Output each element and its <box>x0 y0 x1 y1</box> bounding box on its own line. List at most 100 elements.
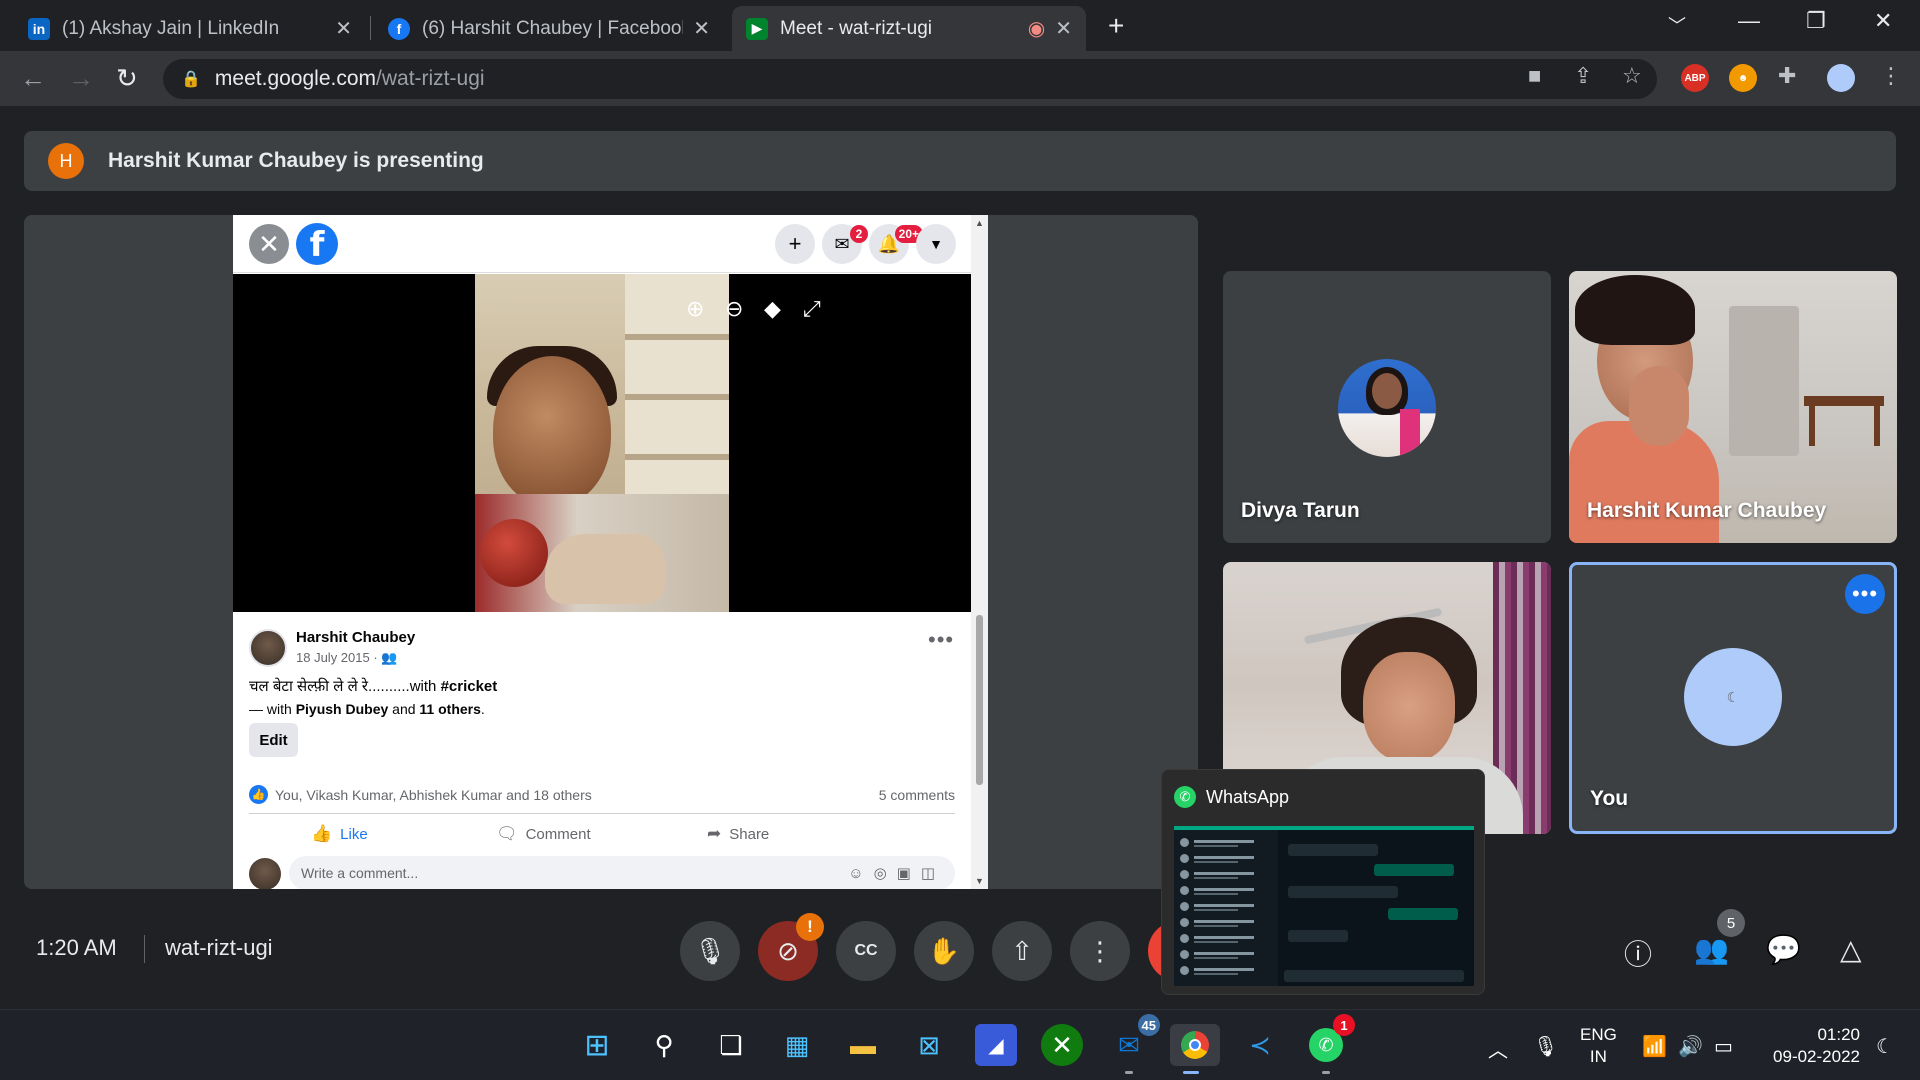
tagged-others-link[interactable]: 11 others <box>419 701 480 717</box>
present-now-button[interactable]: ⇧ <box>992 921 1052 981</box>
close-window-icon[interactable]: ✕ <box>1874 8 1892 34</box>
minimize-icon[interactable]: — <box>1738 8 1760 34</box>
wifi-icon[interactable]: 📶 <box>1642 1034 1667 1059</box>
tab-title: Meet - wat-rizt-ugi <box>780 17 933 39</box>
tab-google-meet[interactable]: ▶ Meet - wat-rizt-ugi ◉ ✕ <box>732 6 1086 51</box>
windows-start-icon[interactable]: ⊞ <box>576 1024 618 1066</box>
widgets-icon[interactable]: ▦ <box>776 1024 818 1066</box>
post-author[interactable]: Harshit Chaubey <box>296 629 415 646</box>
thumb-message <box>1288 930 1348 942</box>
comment-button[interactable]: 🗨 Comment <box>496 824 591 844</box>
new-tab-icon[interactable]: + <box>1108 10 1124 42</box>
scrollbar[interactable]: ▲ ▼ <box>971 215 988 889</box>
close-tab-icon[interactable]: ✕ <box>693 16 710 41</box>
battery-icon[interactable]: ▭ <box>1714 1034 1733 1059</box>
share-icon[interactable]: ⇪ <box>1574 63 1592 89</box>
forward-icon[interactable]: → <box>68 63 94 94</box>
zoom-out-icon[interactable]: ⊖ <box>725 296 743 322</box>
like-reaction-icon[interactable]: 👍 <box>249 785 268 804</box>
whatsapp-taskbar-preview[interactable]: ✆ WhatsApp <box>1161 769 1485 995</box>
close-tab-icon[interactable]: ✕ <box>335 16 352 41</box>
edit-button[interactable]: Edit <box>249 723 298 757</box>
adblock-plus-icon[interactable]: ABP <box>1681 64 1709 92</box>
lock-icon[interactable]: 🔒 <box>181 69 201 89</box>
thumb-chat-row <box>1180 838 1272 848</box>
author-avatar[interactable] <box>249 629 287 667</box>
microphone-button[interactable]: 🎙 <box>680 921 740 981</box>
star-icon[interactable]: ☆ <box>1622 63 1642 89</box>
language-indicator[interactable]: ENG IN <box>1580 1024 1617 1068</box>
microsoft-store-icon[interactable]: ⊠ <box>908 1024 950 1066</box>
participant-tile[interactable]: Harshit Kumar Chaubey <box>1569 271 1897 543</box>
microphone-in-use-icon[interactable]: 🎙 <box>1533 1034 1558 1059</box>
vscode-icon[interactable]: ≺ <box>1239 1024 1281 1066</box>
camera-icon[interactable]: ■ <box>1528 63 1541 89</box>
comments-count[interactable]: 5 comments <box>879 787 955 803</box>
create-plus-icon[interactable]: + <box>775 224 815 264</box>
account-dropdown-icon[interactable]: ▼ <box>916 224 956 264</box>
camera-off-button[interactable]: ⊘ ! <box>758 913 824 981</box>
tab-search-chevron-icon[interactable]: ﹀ <box>1668 12 1686 38</box>
system-clock[interactable]: 01:20 09-02-2022 <box>1756 1024 1860 1068</box>
people-icon[interactable]: 👥 <box>1694 933 1729 966</box>
like-button[interactable]: 👍 Like <box>311 824 368 844</box>
close-icon[interactable]: ✕ <box>249 224 289 264</box>
more-options-button[interactable]: ⋮ <box>1070 921 1130 981</box>
captions-button[interactable]: CC <box>836 921 896 981</box>
comment-attach-icons[interactable]: ☺◎▣◫ <box>848 864 945 882</box>
participant-name: Harshit Kumar Chaubey <box>1587 499 1827 522</box>
close-tab-icon[interactable]: ✕ <box>1055 16 1072 41</box>
participants-count-badge: 5 <box>1717 909 1745 937</box>
zoom-in-icon[interactable]: ⊕ <box>686 296 704 322</box>
back-icon[interactable]: ← <box>20 63 46 94</box>
self-tile[interactable]: ☾ ••• You <box>1569 562 1897 834</box>
profile-avatar[interactable] <box>1827 64 1855 92</box>
show-hidden-icons-chevron-icon[interactable]: ︿ <box>1488 1034 1508 1063</box>
share-button[interactable]: ➦ Share <box>707 824 769 844</box>
post-options-icon[interactable]: ••• <box>928 627 954 653</box>
thumb-message <box>1288 844 1378 856</box>
chat-icon[interactable]: 💬 <box>1766 933 1801 966</box>
scrollbar-thumb[interactable] <box>976 615 983 785</box>
kebab-menu-icon[interactable]: ⋮ <box>1880 63 1902 89</box>
reactions-summary[interactable]: You, Vikash Kumar, Abhishek Kumar and 18… <box>275 787 592 803</box>
chrome-icon[interactable] <box>1170 1024 1220 1074</box>
tab-facebook[interactable]: f (6) Harshit Chaubey | Facebook ✕ <box>374 6 724 51</box>
raise-hand-button[interactable]: ✋ <box>914 921 974 981</box>
commenter-avatar <box>249 858 281 889</box>
search-icon[interactable]: ⚲ <box>643 1024 685 1066</box>
presenting-text: Harshit Kumar Chaubey is presenting <box>108 149 484 172</box>
tag-icon[interactable]: ◆ <box>764 296 781 322</box>
scroll-up-icon[interactable]: ▲ <box>975 218 984 228</box>
file-explorer-icon[interactable]: ▬ <box>842 1024 884 1066</box>
puzzle-extensions-icon[interactable]: ✚ <box>1778 63 1796 89</box>
restore-icon[interactable]: ❐ <box>1806 8 1826 34</box>
tagged-person-link[interactable]: Piyush Dubey <box>296 701 389 717</box>
address-bar[interactable]: 🔒 meet.google.com/wat-rizt-ugi <box>163 59 1657 99</box>
volume-icon[interactable]: 🔊 <box>1678 1034 1703 1059</box>
notifications-bell-icon[interactable]: 🔔 20+ <box>869 224 923 264</box>
facebook-logo-icon[interactable]: f <box>296 223 338 265</box>
fullscreen-icon[interactable]: ⤢ <box>803 296 821 322</box>
comment-input[interactable]: Write a comment... ☺◎▣◫ <box>289 856 955 889</box>
participant-tile[interactable]: Divya Tarun <box>1223 271 1551 543</box>
more-options-icon[interactable]: ••• <box>1845 574 1885 614</box>
outlook-icon[interactable]: ✉ 45 <box>1108 1014 1160 1074</box>
focus-assist-moon-icon[interactable]: ☾ <box>1876 1034 1894 1059</box>
share-arrow-icon: ➦ <box>707 824 722 843</box>
whatsapp-icon[interactable]: ✆ 1 <box>1305 1014 1355 1074</box>
task-view-icon[interactable]: ❏ <box>710 1024 752 1066</box>
xbox-icon[interactable]: ✕ <box>1041 1024 1083 1066</box>
reload-icon[interactable]: ↻ <box>116 63 138 94</box>
remote-desktop-icon[interactable]: ◢ <box>975 1024 1017 1066</box>
hashtag-link[interactable]: #cricket <box>441 678 498 695</box>
messenger-icon[interactable]: ✉ 2 <box>822 224 868 264</box>
warning-badge: ! <box>796 913 824 941</box>
tampermonkey-icon[interactable]: ☻ <box>1729 64 1757 92</box>
meeting-details-icon[interactable]: ⓘ <box>1624 933 1652 973</box>
activities-icon[interactable]: △ <box>1840 933 1862 966</box>
tab-linkedin[interactable]: in (1) Akshay Jain | LinkedIn ✕ <box>14 6 366 51</box>
thumb-chat-row <box>1180 934 1272 944</box>
whatsapp-thumbnail[interactable] <box>1174 826 1474 986</box>
scroll-down-icon[interactable]: ▼ <box>975 876 984 886</box>
